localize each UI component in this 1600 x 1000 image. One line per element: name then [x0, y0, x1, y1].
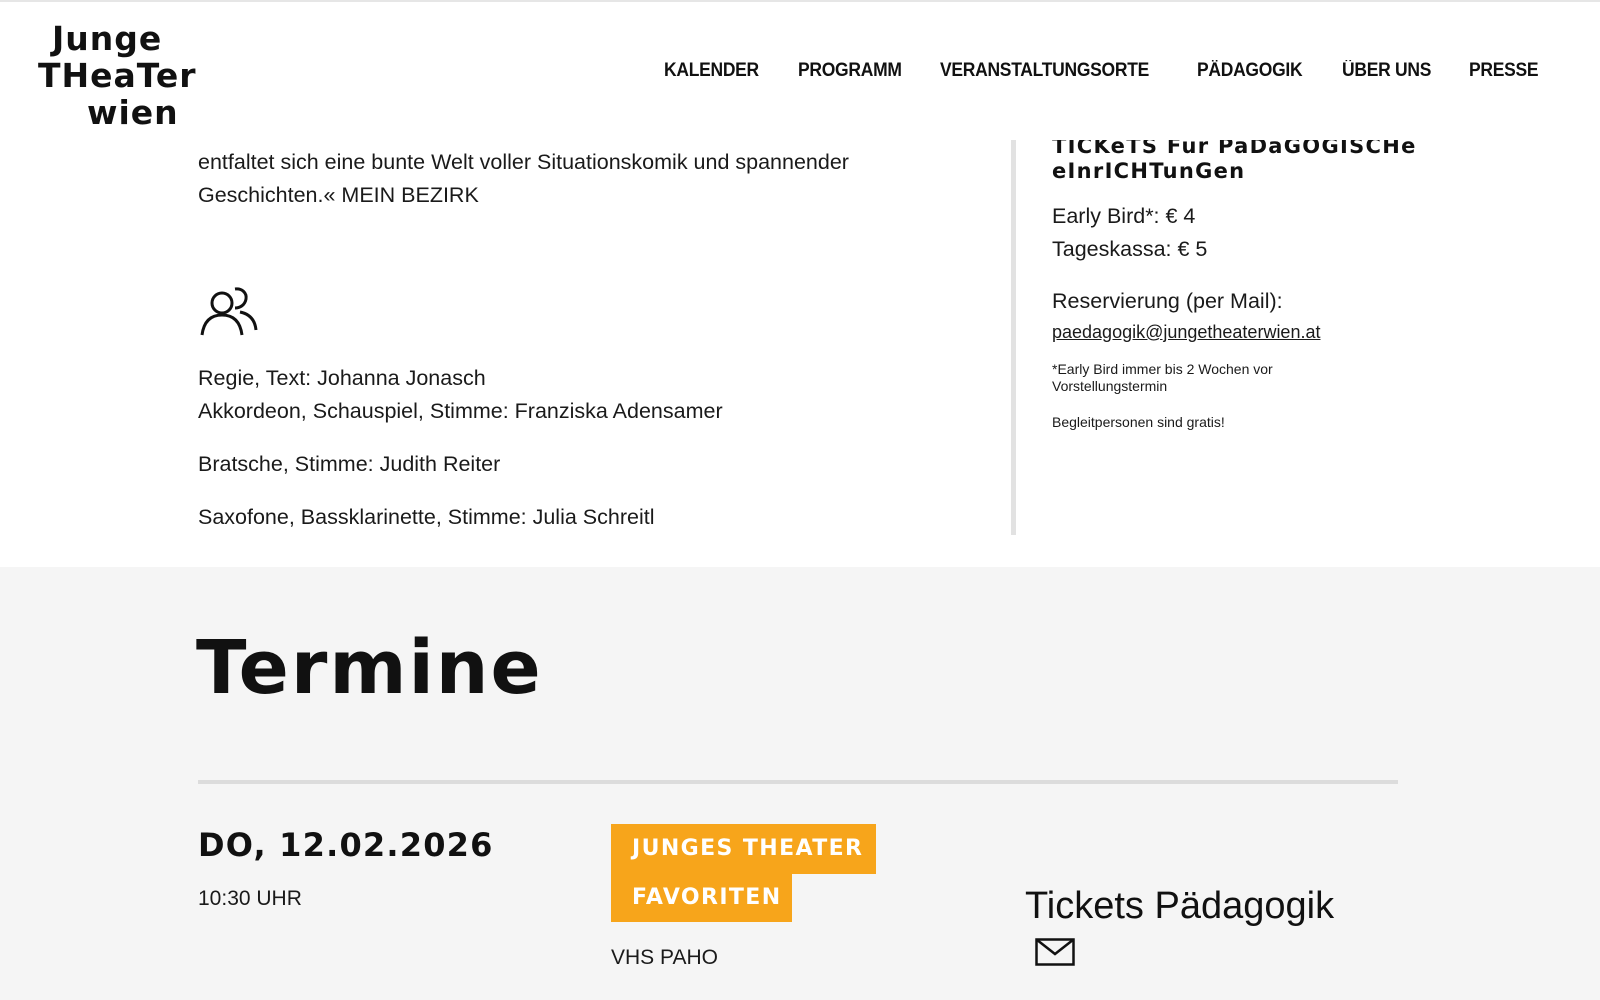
main-nav: KALENDER PROGRAMM VERANSTALTUNGSORTE PÄD… [664, 60, 1544, 82]
price-early-bird: Early Bird*: € 4 [1052, 204, 1196, 228]
dates-divider [198, 780, 1398, 784]
venue-tag-line-1[interactable]: JUNGES THEATER [632, 836, 863, 861]
credits-list: Regie, Text: Johanna Jonasch Akkordeon, … [198, 362, 723, 534]
ticket-info-heading: TICKeTS Für PäDaGOGISCHe eInrICHTunGen [1052, 134, 1472, 184]
price-list: Early Bird*: € 4 Tageskassa: € 5 [1052, 200, 1472, 266]
column-divider [1011, 140, 1016, 535]
event-venue: VHS PAHO [611, 946, 718, 969]
venue-tag-line-2[interactable]: FAVORITEN [632, 885, 782, 910]
companions-note: Begleitpersonen sind gratis! [1052, 414, 1225, 430]
logo-line-1: Junge [52, 19, 163, 58]
site-logo[interactable]: Junge THeaTer wien [38, 20, 228, 131]
price-box-office: Tageskassa: € 5 [1052, 237, 1208, 261]
nav-item-kalender[interactable]: KALENDER [664, 60, 759, 82]
people-icon [200, 287, 258, 336]
ticket-info-sidebar: TICKeTS Für PäDaGOGISCHe eInrICHTunGen E… [1052, 134, 1472, 430]
credit-line: Akkordeon, Schauspiel, Stimme: Franziska… [198, 399, 723, 423]
production-details: entfaltet sich eine bunte Welt voller Si… [0, 134, 1600, 567]
reservation-email-link[interactable]: paedagogik@jungetheaterwien.at [1052, 322, 1320, 343]
dates-section: Termine DO, 12.02.2026 10:30 UHR JUNGES … [0, 567, 1600, 1000]
credit-line: Bratsche, Stimme: Judith Reiter [198, 452, 501, 476]
logo-line-2: THeaTer [38, 56, 197, 95]
press-quote-line-2: Geschichten.« MEIN BEZIRK [198, 183, 479, 207]
site-header: Junge THeaTer wien KALENDER PROGRAMM VER… [0, 0, 1600, 140]
tickets-paedagogik-link[interactable]: Tickets Pädagogik [1025, 885, 1334, 928]
ticket-heading-line-2: eInrICHTunGen [1052, 159, 1246, 183]
logo-line-3: wien [87, 93, 179, 132]
envelope-icon[interactable] [1035, 938, 1075, 966]
press-quote-line-1: entfaltet sich eine bunte Welt voller Si… [198, 150, 849, 174]
event-date: DO, 12.02.2026 [198, 826, 494, 864]
reservation-label: Reservierung (per Mail): [1052, 289, 1283, 313]
nav-item-veranstaltungsorte[interactable]: VERANSTALTUNGSORTE [940, 60, 1149, 82]
press-quote: entfaltet sich eine bunte Welt voller Si… [198, 146, 958, 212]
credit-line: Saxofone, Bassklarinette, Stimme: Julia … [198, 505, 655, 529]
early-bird-note: *Early Bird immer bis 2 Wochen vor Vorst… [1052, 361, 1273, 394]
nav-item-programm[interactable]: PROGRAMM [798, 60, 902, 82]
nav-item-ueber-uns[interactable]: ÜBER UNS [1342, 60, 1431, 82]
dates-title: Termine [196, 625, 543, 711]
nav-item-paedagogik[interactable]: PÄDAGOGIK [1197, 60, 1303, 82]
nav-item-presse[interactable]: PRESSE [1469, 60, 1539, 82]
credit-line: Regie, Text: Johanna Jonasch [198, 366, 486, 390]
event-time: 10:30 UHR [198, 887, 302, 910]
